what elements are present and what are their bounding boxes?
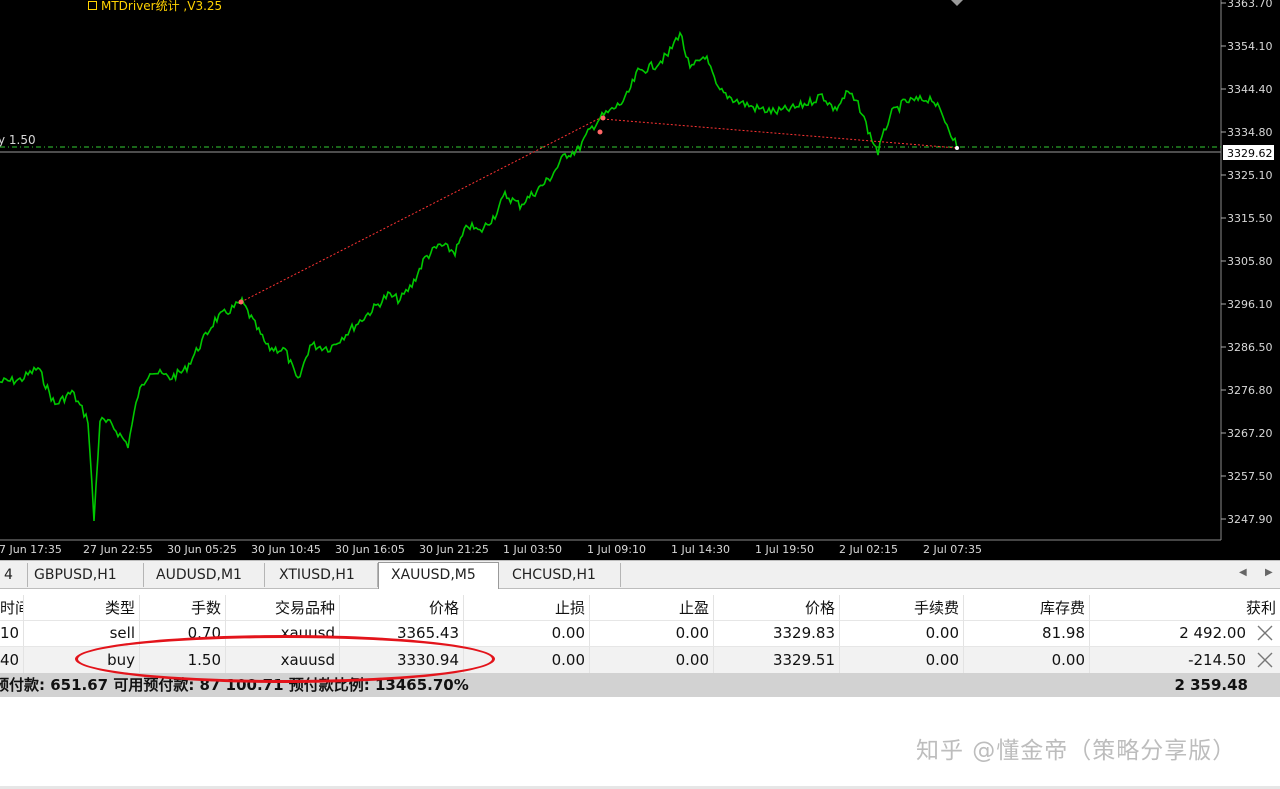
price-label: 3354.10 (1227, 40, 1273, 53)
price-label: 3344.40 (1227, 83, 1273, 96)
col-stop-loss[interactable]: 止损 (464, 595, 590, 620)
trade-marker (238, 299, 244, 305)
price-label: 3334.80 (1227, 126, 1273, 139)
cell-commission: 0.00 (840, 620, 964, 646)
time-label: 1 Jul 03:50 (503, 543, 562, 556)
time-label: 30 Jun 10:45 (251, 543, 321, 556)
time-label: 2 Jul 07:35 (923, 543, 982, 556)
price-label: 3296.10 (1227, 298, 1273, 311)
price-label: 3257.50 (1227, 470, 1273, 483)
symbol-tab-bar: 4 GBPUSD,H1 AUDUSD,M1 XTIUSD,H1 XAUUSD,M… (0, 560, 1280, 589)
tab-scroll-right-icon[interactable]: ▶ (1265, 567, 1273, 578)
indicator-checkbox-icon (88, 1, 97, 10)
cell-stop-loss: 0.00 (464, 620, 590, 646)
cell-take-profit: 0.00 (590, 620, 714, 646)
total-profit: 2 359.48 (1174, 676, 1248, 694)
tab-gbpusd-h1[interactable]: GBPUSD,H1 (28, 563, 144, 587)
chart-shift-marker (951, 0, 963, 6)
close-position-icon[interactable] (1256, 624, 1274, 642)
tab-audusd-m1[interactable]: AUDUSD,M1 (144, 563, 265, 587)
tab-chcusd-h1[interactable]: CHCUSD,H1 (499, 563, 621, 587)
price-series (0, 30, 958, 521)
cell-current-price: 3329.83 (714, 620, 840, 646)
time-label: 7 Jun 17:35 (0, 543, 62, 556)
price-label: 3247.90 (1227, 513, 1273, 526)
price-label: 3315.50 (1227, 212, 1273, 225)
col-commission[interactable]: 手续费 (840, 595, 964, 620)
position-line-label: y 1.50 (0, 133, 36, 147)
time-label: 30 Jun 21:25 (419, 543, 489, 556)
tab-partial[interactable]: 4 (0, 563, 28, 587)
trade-line-sell (240, 117, 601, 303)
indicator-text: MTDriver统计 ,V3.25 (101, 0, 223, 13)
price-label: 3305.80 (1227, 255, 1273, 268)
cell-swap: 0.00 (964, 647, 1090, 673)
price-label: 3325.10 (1227, 169, 1273, 182)
tab-scroll-left-icon[interactable]: ◀ (1239, 567, 1247, 578)
trade-line-buy (602, 118, 958, 149)
highlight-ellipse (75, 635, 495, 683)
cell-profit: -214.50 (1188, 651, 1246, 669)
time-label: 1 Jul 19:50 (755, 543, 814, 556)
trade-marker (597, 129, 603, 135)
time-label: 1 Jul 14:30 (671, 543, 730, 556)
cell-take-profit: 0.00 (590, 647, 714, 673)
col-current-price[interactable]: 价格 (714, 595, 840, 620)
time-label: 30 Jun 16:05 (335, 543, 405, 556)
chart-canvas: 3363.70 3354.10 3344.40 3334.80 3325.10 3315.… (0, 0, 1274, 556)
indicator-label: MTDriver统计 ,V3.25 (88, 0, 222, 14)
price-label: 3267.20 (1227, 427, 1273, 440)
time-label: 27 Jun 22:55 (83, 543, 153, 556)
tab-xauusd-m5[interactable]: XAUUSD,M5 (378, 562, 499, 589)
watermark: 知乎 @懂金帝（策略分享版） (916, 738, 1237, 764)
tab-xtiusd-h1[interactable]: XTIUSD,H1 (265, 563, 378, 587)
cell-time: 40 (0, 647, 24, 673)
col-open-price[interactable]: 价格 (340, 595, 464, 620)
time-label: 30 Jun 05:25 (167, 543, 237, 556)
cell-current-price: 3329.51 (714, 647, 840, 673)
time-label: 2 Jul 02:15 (839, 543, 898, 556)
current-price-label: 3329.62 (1227, 147, 1273, 160)
cell-swap: 81.98 (964, 620, 1090, 646)
price-label: 3286.50 (1227, 341, 1273, 354)
table-header: 时间 类型 手数 交易品种 价格 止损 止盈 价格 手续费 库存费 获利 (0, 595, 1280, 621)
col-time[interactable]: 时间 (0, 595, 24, 620)
price-label: 3276.80 (1227, 384, 1273, 397)
price-chart[interactable]: 3363.70 3354.10 3344.40 3334.80 3325.10 3315.… (0, 0, 1280, 560)
close-position-icon[interactable] (1256, 651, 1274, 669)
col-swap[interactable]: 库存费 (964, 595, 1090, 620)
cell-commission: 0.00 (840, 647, 964, 673)
col-profit[interactable]: 获利 (1090, 595, 1280, 620)
cell-time: 10 (0, 620, 24, 646)
col-volume[interactable]: 手数 (140, 595, 226, 620)
col-type[interactable]: 类型 (24, 595, 140, 620)
price-label: 3363.70 (1227, 0, 1273, 10)
col-symbol[interactable]: 交易品种 (226, 595, 340, 620)
cell-profit: 2 492.00 (1179, 624, 1246, 642)
last-price-marker (955, 146, 959, 150)
time-label: 1 Jul 09:10 (587, 543, 646, 556)
cell-type: sell (24, 620, 140, 646)
trade-marker (600, 115, 606, 121)
col-take-profit[interactable]: 止盈 (590, 595, 714, 620)
